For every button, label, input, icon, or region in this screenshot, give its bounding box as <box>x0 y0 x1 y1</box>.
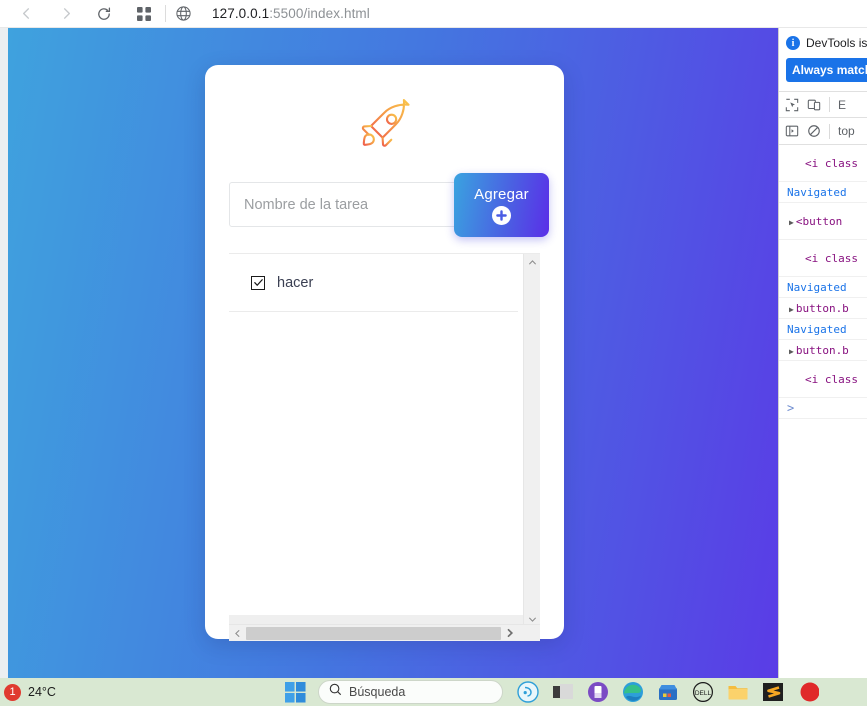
devtools-notice-text: DevTools is <box>806 36 867 50</box>
chevron-left-icon[interactable] <box>229 625 246 642</box>
inspect-element-icon[interactable] <box>785 98 799 112</box>
sublime-text-icon[interactable] <box>762 681 784 703</box>
address-bar[interactable]: 127.0.0.1:5500/index.html <box>212 6 370 21</box>
clear-console-icon[interactable] <box>807 124 821 138</box>
tab-search-icon[interactable] <box>130 2 158 26</box>
url-host: 127.0.0.1 <box>212 6 270 21</box>
console-row-text: <i class <box>805 372 858 386</box>
reload-button[interactable] <box>90 2 118 26</box>
list-vertical-scrollbar[interactable] <box>523 254 540 628</box>
device-toolbar-icon[interactable] <box>807 98 821 112</box>
list-horizontal-scrollbar[interactable] <box>229 624 540 641</box>
expand-triangle-icon[interactable]: ▶ <box>789 347 794 356</box>
console-toolbar-divider <box>829 123 830 139</box>
app-purple-icon[interactable] <box>587 681 609 703</box>
page-viewport: Agregar hacer <box>0 28 778 678</box>
list-bottom-filler <box>229 615 523 624</box>
console-row-text: <button <box>795 214 843 228</box>
back-button[interactable] <box>12 2 40 26</box>
console-row[interactable]: Navigated <box>779 182 867 203</box>
console-row[interactable]: ▶ button.b <box>779 298 867 319</box>
browser-toolbar: 127.0.0.1:5500/index.html <box>0 0 867 28</box>
list-item[interactable]: hacer <box>229 254 518 312</box>
devtools-toolbar-divider <box>829 97 830 112</box>
console-prompt[interactable]: > <box>779 398 867 419</box>
weather-temperature: 24°C <box>28 685 56 699</box>
toolbar-divider <box>165 5 166 22</box>
search-icon <box>329 683 342 701</box>
copilot-icon[interactable] <box>517 681 539 703</box>
add-task-button[interactable]: Agregar <box>454 173 549 237</box>
console-output: <i class Navigated ▶ <button <i class Nav… <box>779 145 867 419</box>
microsoft-store-icon[interactable] <box>657 681 679 703</box>
forward-button[interactable] <box>52 2 80 26</box>
console-row-text: Navigated <box>787 185 847 199</box>
taskbar-search[interactable]: Búsqueda <box>318 680 503 704</box>
task-list: hacer <box>229 254 518 628</box>
task-checkbox[interactable] <box>251 275 265 290</box>
console-row-text: Navigated <box>787 322 847 336</box>
expand-triangle-icon[interactable]: ▶ <box>789 218 794 227</box>
console-row[interactable]: <i class <box>779 240 867 277</box>
task-view-icon[interactable] <box>552 681 574 703</box>
file-explorer-icon[interactable] <box>727 681 749 703</box>
task-list-area: hacer <box>229 253 540 641</box>
console-row-text: <i class <box>805 251 858 265</box>
console-prompt-caret: > <box>787 401 795 415</box>
task-label: hacer <box>277 274 314 291</box>
weather-widget[interactable]: 1 24°C <box>0 683 285 701</box>
svg-text:DELL: DELL <box>695 690 712 697</box>
tab-elements[interactable]: E <box>838 98 846 112</box>
chevron-right-icon[interactable] <box>501 625 518 642</box>
red-app-icon[interactable] <box>797 681 820 703</box>
info-icon: i <box>786 36 800 50</box>
devtools-notice: i DevTools is <box>779 28 867 54</box>
console-row-text: button.b <box>795 301 849 315</box>
start-button[interactable] <box>285 681 306 703</box>
console-row-text: Navigated <box>787 280 847 294</box>
dell-icon[interactable]: DELL <box>692 681 714 703</box>
windows-taskbar: 1 24°C Búsqueda DELL <box>0 678 867 706</box>
edge-icon[interactable] <box>622 681 644 703</box>
plus-circle-icon <box>492 205 511 225</box>
console-row[interactable]: Navigated <box>779 319 867 340</box>
taskbar-icons: DELL <box>517 681 820 703</box>
horizontal-scroll-thumb[interactable] <box>246 626 501 640</box>
todo-app-card: Agregar hacer <box>205 65 564 641</box>
console-toolbar: top <box>779 118 867 145</box>
console-row[interactable]: ▶ <button <box>779 203 867 240</box>
console-row[interactable]: <i class <box>779 145 867 182</box>
chevron-up-icon[interactable] <box>524 254 541 271</box>
notification-badge: 1 <box>4 683 21 701</box>
expand-triangle-icon[interactable]: ▶ <box>789 305 794 314</box>
console-row-text: button.b <box>795 343 849 357</box>
url-path: :5500/index.html <box>269 6 370 21</box>
console-row[interactable]: ▶ button.b <box>779 340 867 361</box>
console-row[interactable]: <i class <box>779 361 867 398</box>
console-context-selector[interactable]: top <box>838 124 855 138</box>
console-sidebar-icon[interactable] <box>785 124 799 138</box>
devtools-toolbar: E <box>779 91 867 118</box>
always-match-button[interactable]: Always match <box>786 58 867 82</box>
add-task-label: Agregar <box>474 185 529 203</box>
devtools-panel: i DevTools is Always match E top <i clas… <box>778 28 867 678</box>
task-entry-row: Agregar <box>229 173 549 237</box>
search-placeholder: Búsqueda <box>349 685 406 699</box>
globe-icon <box>175 5 192 22</box>
rocket-icon <box>205 65 564 173</box>
console-row[interactable]: Navigated <box>779 277 867 298</box>
console-row-text: <i class <box>805 156 858 170</box>
